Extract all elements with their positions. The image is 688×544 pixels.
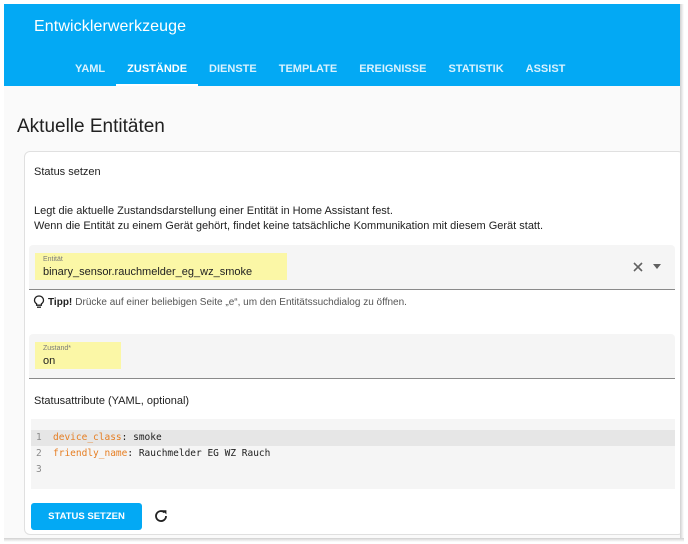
- main-content: Aktuelle Entitäten Status setzen Legt di…: [4, 86, 684, 538]
- yaml-key: device_class: [53, 432, 122, 443]
- tab-template[interactable]: TEMPLATE: [268, 54, 348, 86]
- code-text: friendly_name: Rauchmelder EG WZ Rauch: [53, 446, 270, 462]
- tab-services[interactable]: DIENSTE: [198, 54, 268, 86]
- page-title: Aktuelle Entitäten: [17, 116, 165, 137]
- tab-events[interactable]: EREIGNISSE: [348, 54, 437, 86]
- chevron-down-icon[interactable]: [653, 264, 661, 269]
- yaml-value: Rauchmelder EG WZ Rauch: [138, 448, 271, 459]
- description-line-2: Wenn die Entität zu einem Gerät gehört, …: [34, 220, 544, 232]
- entity-field-label: Entität: [43, 256, 63, 263]
- window-shadow: [680, 4, 684, 540]
- app-header: Entwicklerwerkzeuge YAML ZUSTÄNDE DIENST…: [4, 4, 680, 86]
- entity-field[interactable]: Entität binary_sensor.rauchmelder_eg_wz_…: [29, 245, 675, 290]
- tab-states[interactable]: ZUSTÄNDE: [116, 54, 198, 86]
- card-description: Legt die aktuelle Zustandsdarstellung ei…: [34, 204, 543, 234]
- tab-yaml[interactable]: YAML: [64, 54, 116, 86]
- yaml-separator: :: [121, 432, 134, 443]
- line-number: 1: [36, 432, 42, 443]
- set-state-card: Status setzen Legt die aktuelle Zustands…: [24, 151, 684, 535]
- state-field-value[interactable]: on: [43, 355, 55, 367]
- card-title: Status setzen: [34, 166, 101, 178]
- code-line[interactable]: 1 device_class: smoke: [31, 430, 675, 446]
- state-field[interactable]: Zustand* on: [29, 334, 675, 379]
- code-line[interactable]: 2 friendly_name: Rauchmelder EG WZ Rauch: [31, 446, 675, 462]
- yaml-value: smoke: [133, 432, 162, 443]
- window-shadow: [4, 538, 684, 542]
- line-number: 3: [36, 464, 42, 475]
- yaml-separator: :: [127, 448, 139, 459]
- tab-bar: YAML ZUSTÄNDE DIENSTE TEMPLATE EREIGNISS…: [64, 54, 576, 86]
- line-number: 2: [36, 448, 42, 459]
- app-title: Entwicklerwerkzeuge: [34, 18, 187, 35]
- tab-statistics[interactable]: STATISTIK: [437, 54, 514, 86]
- close-icon[interactable]: [631, 260, 645, 274]
- code-text: device_class: smoke: [53, 430, 162, 446]
- set-state-button[interactable]: STATUS SETZEN: [31, 503, 142, 530]
- state-field-label: Zustand*: [43, 345, 72, 352]
- window: Entwicklerwerkzeuge YAML ZUSTÄNDE DIENST…: [0, 0, 688, 544]
- entity-field-value[interactable]: binary_sensor.rauchmelder_eg_wz_smoke: [43, 266, 252, 278]
- yaml-editor[interactable]: 1 device_class: smoke 2 friendly_name: R…: [31, 419, 675, 489]
- lightbulb-icon: [33, 295, 45, 308]
- yaml-key: friendly_name: [53, 448, 128, 459]
- code-line[interactable]: 3: [31, 462, 675, 478]
- tip-hint: Tipp! Drücke auf einer beliebigen Seite …: [33, 295, 407, 309]
- tip-label: Tipp!: [48, 296, 73, 308]
- tab-assist[interactable]: ASSIST: [515, 54, 577, 86]
- refresh-icon[interactable]: [153, 508, 169, 524]
- tip-text: Drücke auf einer beliebigen Seite „e“, u…: [75, 296, 407, 308]
- attributes-label: Statusattribute (YAML, optional): [34, 395, 190, 407]
- description-line-1: Legt die aktuelle Zustandsdarstellung ei…: [34, 205, 393, 217]
